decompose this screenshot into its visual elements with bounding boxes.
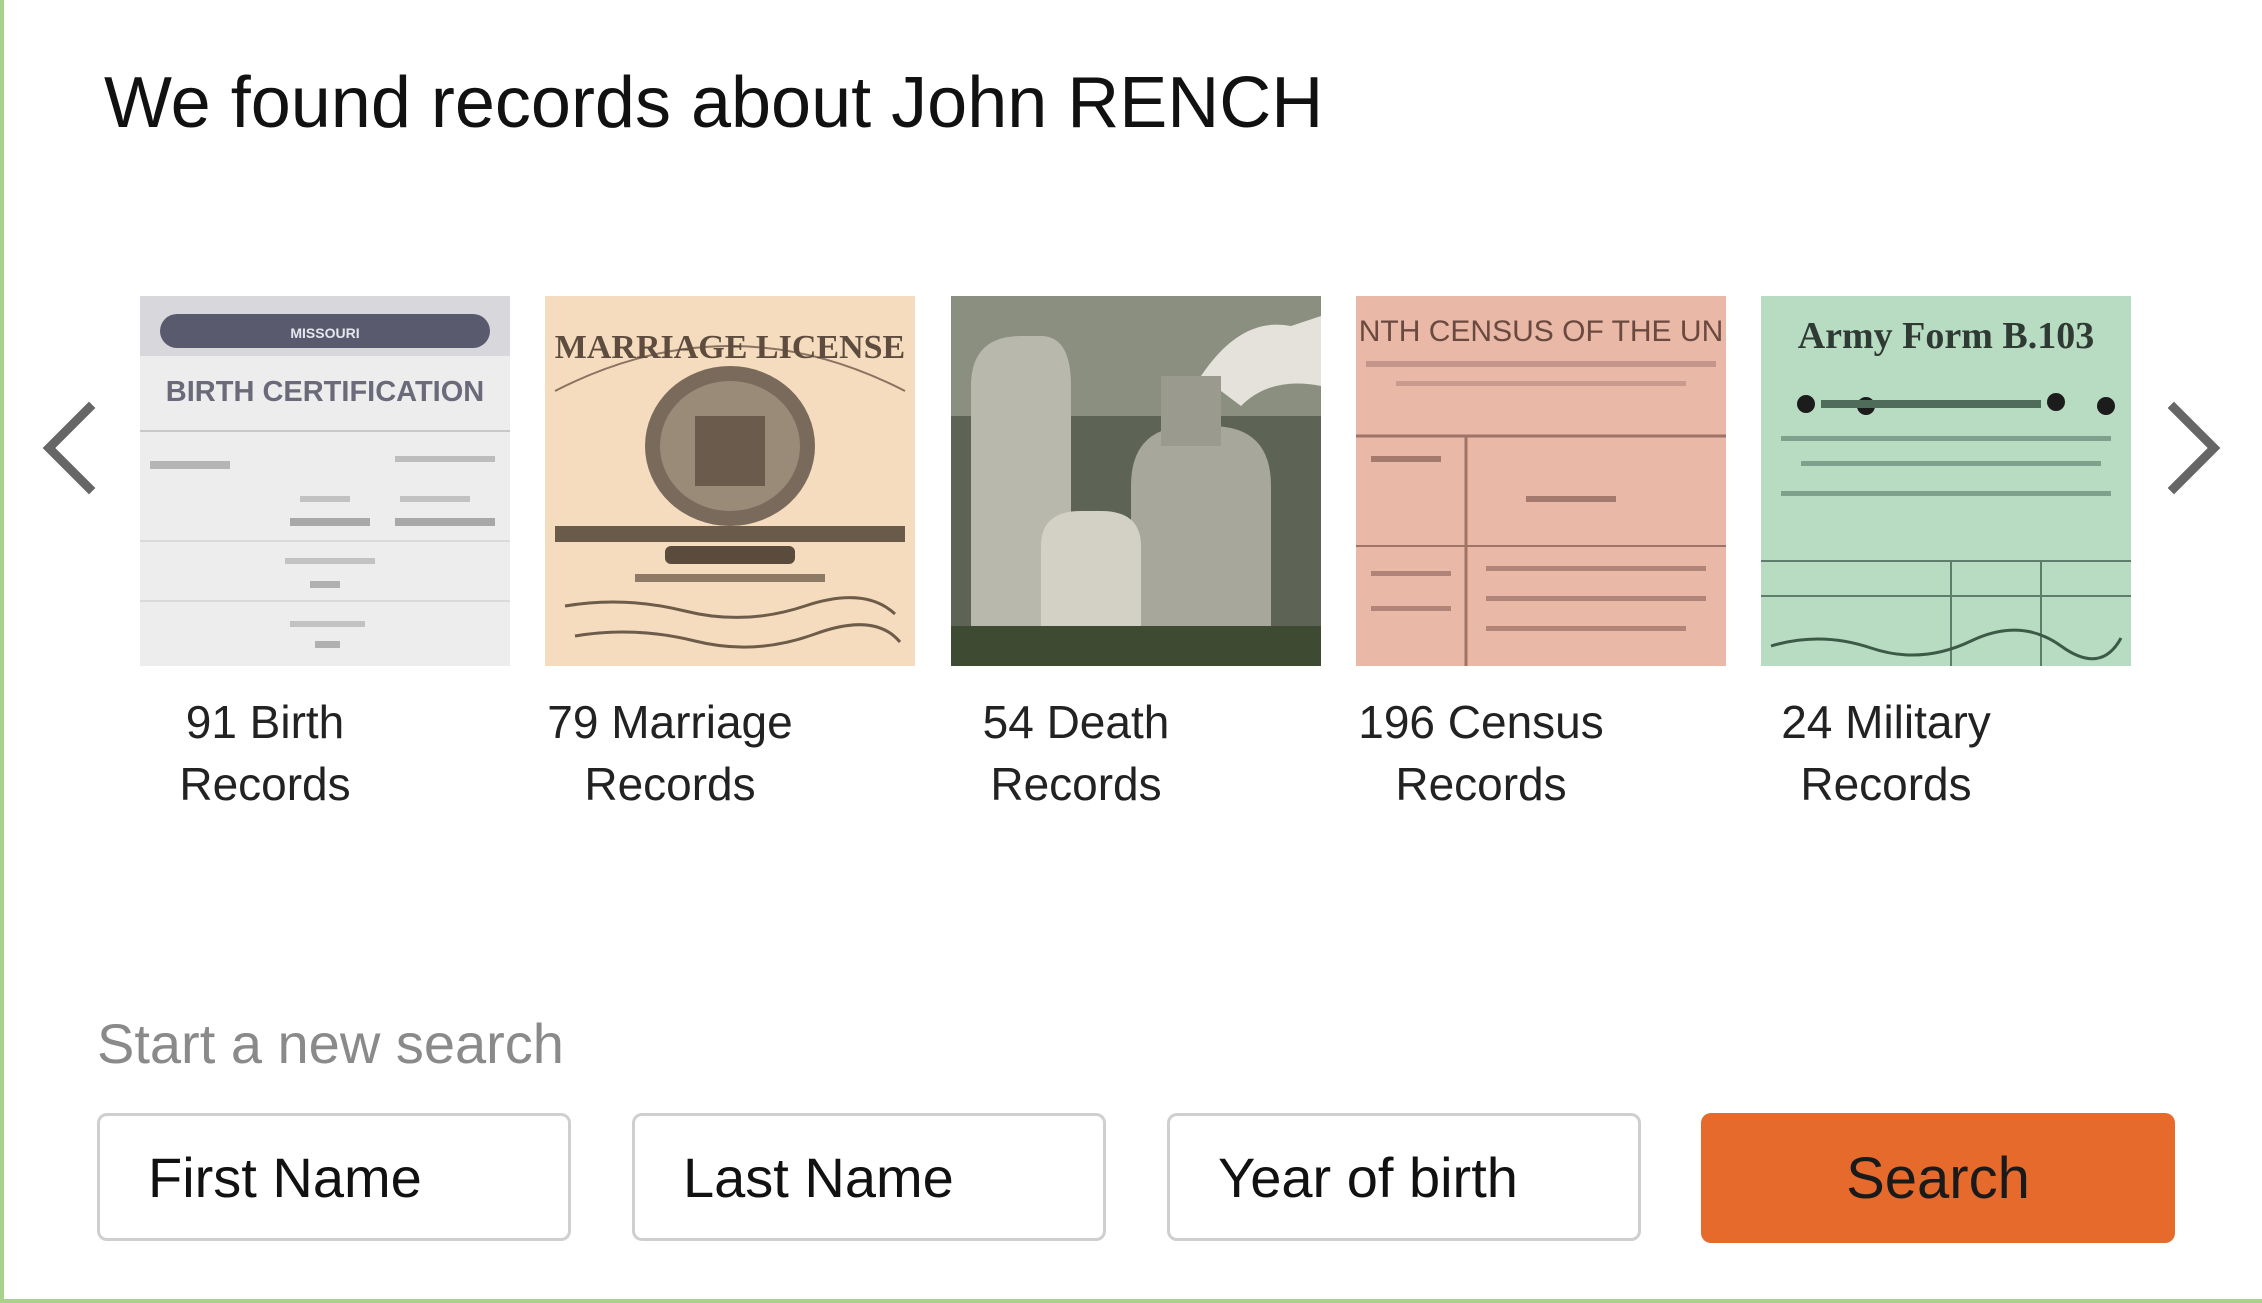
record-count: 54 Death <box>982 696 1170 748</box>
record-count: 196 Census <box>1358 696 1604 748</box>
records-widget: We found records about John RENCH MISSOU… <box>0 0 2262 1303</box>
new-search-heading: Start a new search <box>97 1012 564 1075</box>
record-count: 91 Birth <box>185 696 345 748</box>
record-card-label: 24 Military Records <box>1701 691 2071 815</box>
military-record-thumbnail: Army Form B.103 <box>1761 296 2131 666</box>
record-card-death[interactable]: 54 Death Records <box>951 296 1321 810</box>
first-name-input[interactable] <box>97 1113 571 1241</box>
carousel-next-button[interactable] <box>2159 388 2229 508</box>
thumb-title: MARRIAGE LICENSE <box>555 329 905 366</box>
record-card-label: 196 Census Records <box>1296 691 1666 815</box>
birth-record-thumbnail: MISSOURI BIRTH CERTIFICATION <box>140 296 510 666</box>
record-card-birth[interactable]: MISSOURI BIRTH CERTIFICATION 91 Birth Re… <box>140 296 510 810</box>
thumb-title: Army Form B.103 <box>1798 315 2095 357</box>
thumb-banner: MISSOURI <box>290 325 359 341</box>
year-of-birth-input[interactable] <box>1167 1113 1641 1241</box>
death-record-thumbnail <box>951 296 1321 666</box>
record-card-marriage[interactable]: MARRIAGE LICENSE 79 Marriage Records <box>545 296 915 810</box>
chevron-left-icon <box>42 401 96 495</box>
search-button[interactable]: Search <box>1701 1113 2175 1243</box>
record-card-label: 91 Birth Records <box>80 691 450 815</box>
carousel-prev-button[interactable] <box>34 388 104 508</box>
record-type: Records <box>1395 758 1567 810</box>
marriage-record-thumbnail: MARRIAGE LICENSE <box>545 296 915 666</box>
census-record-thumbnail: NTH CENSUS OF THE UN <box>1356 296 1726 666</box>
record-card-census[interactable]: NTH CENSUS OF THE UN 196 Census Records <box>1356 296 1726 810</box>
record-type: Records <box>990 758 1162 810</box>
record-type: Records <box>1800 758 1972 810</box>
record-card-label: 79 Marriage Records <box>485 691 855 815</box>
last-name-input[interactable] <box>632 1113 1106 1241</box>
page-title: We found records about John RENCH <box>104 63 1324 143</box>
record-type: Records <box>179 758 351 810</box>
record-type: Records <box>584 758 756 810</box>
record-card-military[interactable]: Army Form B.103 24 Military Records <box>1761 296 2131 810</box>
record-count: 79 Marriage <box>547 696 793 748</box>
thumb-title: BIRTH CERTIFICATION <box>166 376 484 408</box>
chevron-right-icon <box>2167 401 2221 495</box>
thumb-title: NTH CENSUS OF THE UN <box>1359 315 1723 348</box>
record-count: 24 Military <box>1781 696 1991 748</box>
record-card-label: 54 Death Records <box>891 691 1261 815</box>
